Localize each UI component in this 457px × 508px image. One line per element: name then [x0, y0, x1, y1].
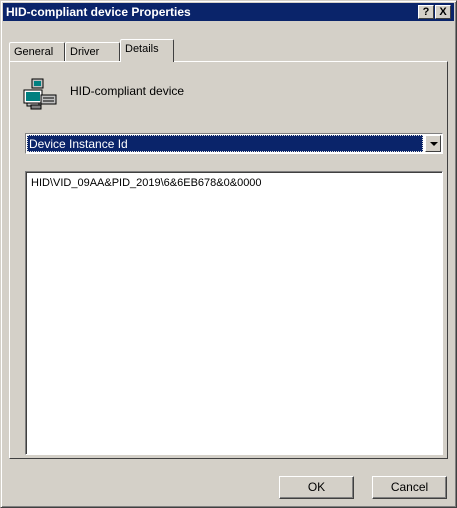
device-name: HID-compliant device — [70, 84, 185, 98]
close-button[interactable]: X — [435, 5, 451, 19]
hid-device-icon — [23, 78, 57, 110]
tab-general-label: General — [14, 46, 54, 58]
cancel-button[interactable]: Cancel — [372, 476, 447, 499]
tab-details[interactable]: Details — [120, 39, 174, 62]
tab-details-label: Details — [125, 43, 159, 55]
title-bar[interactable]: HID-compliant device Properties ? X — [3, 3, 454, 21]
chevron-down-icon[interactable] — [425, 135, 441, 152]
property-values-list[interactable]: HID\VID_09AA&PID_2019\6&6EB678&0&0000 — [25, 171, 443, 455]
tab-driver-label: Driver — [70, 46, 100, 58]
window-title: HID-compliant device Properties — [6, 5, 191, 19]
property-select-value: Device Instance Id — [27, 135, 423, 152]
tab-general[interactable]: General — [9, 42, 65, 61]
property-select[interactable]: Device Instance Id — [25, 133, 443, 154]
properties-dialog: HID-compliant device Properties ? X Gene… — [0, 0, 457, 508]
list-item[interactable]: HID\VID_09AA&PID_2019\6&6EB678&0&0000 — [31, 177, 262, 189]
help-button[interactable]: ? — [418, 5, 434, 19]
tab-driver[interactable]: Driver — [65, 42, 120, 61]
ok-button[interactable]: OK — [279, 476, 354, 499]
